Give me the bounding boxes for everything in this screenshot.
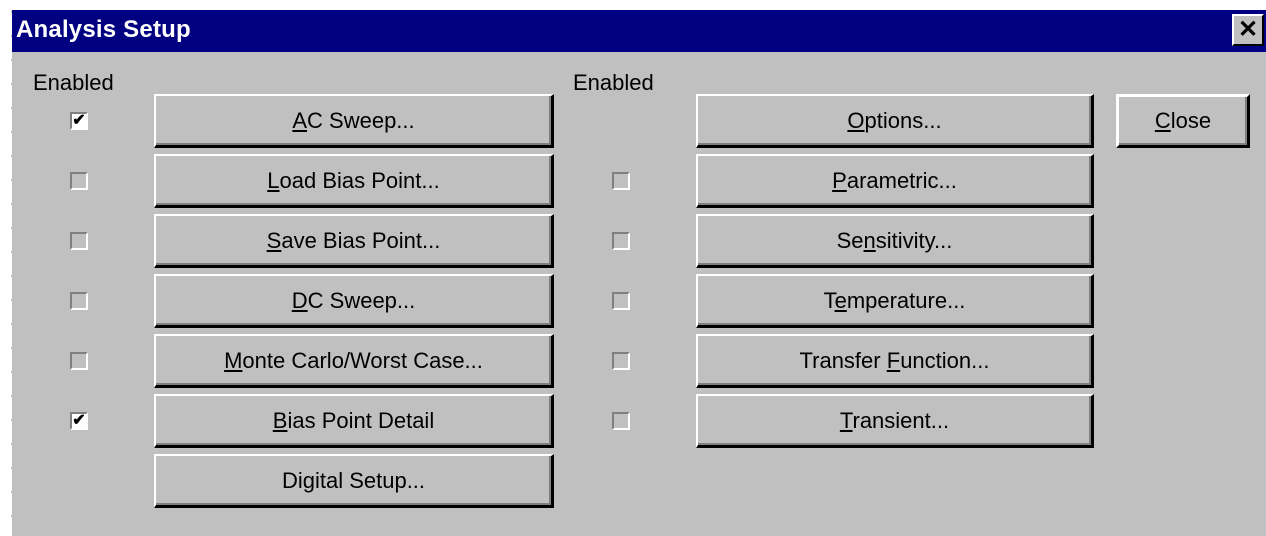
left-enabled-header: Enabled <box>33 70 114 95</box>
close-window-icon[interactable]: ✕ <box>1232 14 1264 46</box>
enabled-checkbox-bias-point-detail[interactable]: ✔ <box>70 412 88 430</box>
enabled-checkbox-ac-sweep[interactable]: ✔ <box>70 112 88 130</box>
checkmark-icon: ✔ <box>72 112 86 129</box>
transient-button[interactable]: Transient... <box>696 394 1094 448</box>
enabled-checkbox-save-bias-point[interactable] <box>70 232 88 250</box>
save-bias-point-button[interactable]: Save Bias Point... <box>154 214 554 268</box>
dc-sweep-button-label: DC Sweep... <box>291 287 416 313</box>
sensitivity-button[interactable]: Sensitivity... <box>696 214 1094 268</box>
analysis-setup-dialog: Analysis Setup ✕ Enabled Enabled ✔ AC Swe… <box>12 10 1266 536</box>
digital-setup-button[interactable]: Digital Setup... <box>154 454 554 508</box>
options-button[interactable]: Options... <box>696 94 1094 148</box>
close-button-label: Close <box>1154 108 1212 133</box>
load-bias-point-button[interactable]: Load Bias Point... <box>154 154 554 208</box>
enabled-checkbox-transient[interactable] <box>612 412 630 430</box>
enabled-checkbox-load-bias-point[interactable] <box>70 172 88 190</box>
window-title: Analysis Setup <box>16 16 191 43</box>
transient-button-label: Transient... <box>839 407 950 433</box>
bias-point-detail-button[interactable]: Bias Point Detail <box>154 394 554 448</box>
ac-sweep-button[interactable]: AC Sweep... <box>154 94 554 148</box>
dc-sweep-button[interactable]: DC Sweep... <box>154 274 554 328</box>
enabled-checkbox-temperature[interactable] <box>612 292 630 310</box>
enabled-checkbox-monte-carlo-worst-case[interactable] <box>70 352 88 370</box>
transfer-function-button[interactable]: Transfer Function... <box>696 334 1094 388</box>
options-button-label: Options... <box>847 107 942 133</box>
right-enabled-header: Enabled <box>573 70 654 95</box>
close-button[interactable]: Close <box>1116 94 1250 148</box>
enabled-checkbox-dc-sweep[interactable] <box>70 292 88 310</box>
load-bias-point-button-label: Load Bias Point... <box>267 167 440 193</box>
sensitivity-button-label: Sensitivity... <box>836 227 953 253</box>
temperature-button[interactable]: Temperature... <box>696 274 1094 328</box>
parametric-button-label: Parametric... <box>832 167 957 193</box>
enabled-checkbox-parametric[interactable] <box>612 172 630 190</box>
bias-point-detail-button-label: Bias Point Detail <box>272 407 435 433</box>
temperature-button-label: Temperature... <box>823 287 966 313</box>
checkmark-icon: ✔ <box>72 412 86 429</box>
enabled-checkbox-sensitivity[interactable] <box>612 232 630 250</box>
ac-sweep-button-label: AC Sweep... <box>292 107 415 133</box>
parametric-button[interactable]: Parametric... <box>696 154 1094 208</box>
enabled-checkbox-transfer-function[interactable] <box>612 352 630 370</box>
monte-carlo-worst-case-button[interactable]: Monte Carlo/Worst Case... <box>154 334 554 388</box>
title-bar[interactable]: Analysis Setup ✕ <box>12 10 1266 52</box>
save-bias-point-button-label: Save Bias Point... <box>266 227 441 253</box>
digital-setup-button-label: Digital Setup... <box>281 467 426 493</box>
monte-carlo-worst-case-button-label: Monte Carlo/Worst Case... <box>224 347 483 373</box>
transfer-function-button-label: Transfer Function... <box>799 347 990 373</box>
